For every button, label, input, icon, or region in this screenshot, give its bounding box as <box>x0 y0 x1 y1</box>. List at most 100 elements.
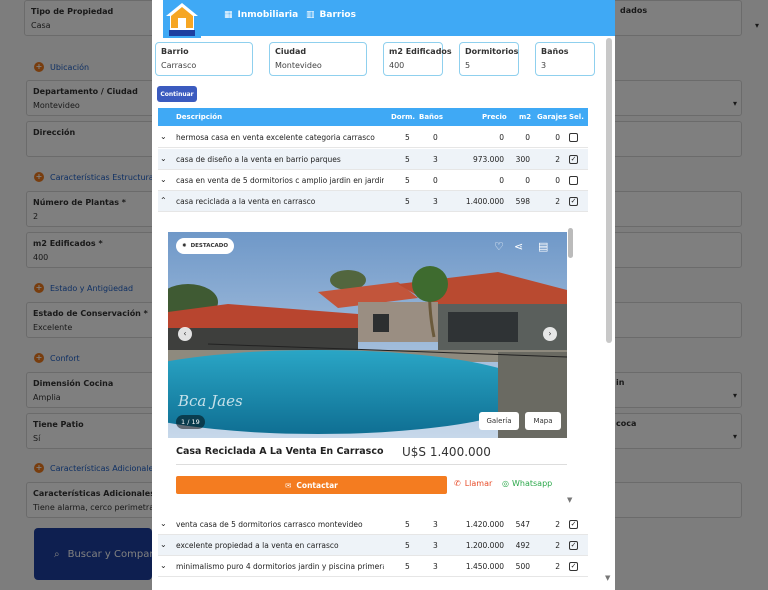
chevron-down-icon[interactable]: ⌄ <box>160 132 167 141</box>
chevron-down-icon[interactable]: ⌄ <box>160 175 167 184</box>
row-desc: venta casa de 5 dormitorios carrasco mon… <box>176 520 363 529</box>
row-dorms: 5 <box>405 541 410 550</box>
row-m2: 500 <box>515 562 530 571</box>
row-banos: 3 <box>433 197 438 206</box>
table-row[interactable]: ⌄ venta casa de 5 dormitorios carrasco m… <box>158 514 588 535</box>
select-checkbox[interactable]: ✓ <box>569 541 578 550</box>
row-m2: 0 <box>525 176 530 185</box>
table-row[interactable]: ⌄ excelente propiedad a la venta en carr… <box>158 535 588 556</box>
row-banos: 3 <box>433 520 438 529</box>
table-row-expanded[interactable]: ⌃ casa reciclada a la venta en carrasco … <box>158 191 588 212</box>
whatsapp-link[interactable]: ◎ Whatsapp <box>502 479 552 488</box>
col-dorm: Dorm. <box>391 113 416 121</box>
select-checkbox[interactable]: ✓ <box>569 155 578 164</box>
property-detail: ✸ DESTACADO ♡ ⋖ ▤ ‹ › Bca Jaes 1 / 19 Ga… <box>168 224 578 508</box>
row-dorms: 5 <box>405 133 410 142</box>
scroll-down-icon[interactable]: ▼ <box>605 574 610 582</box>
compare-icon[interactable]: ▤ <box>538 240 548 253</box>
chevron-down-icon[interactable]: ⌄ <box>160 154 167 163</box>
next-photo-icon[interactable]: › <box>543 327 557 341</box>
link-label: Whatsapp <box>511 479 553 488</box>
phone-icon: ✆ <box>454 479 461 488</box>
row-precio: 1.450.000 <box>465 562 504 571</box>
stat-value: 3 <box>541 61 547 70</box>
stat-m2: m2 Edificados 400 <box>383 42 452 76</box>
chevron-down-icon[interactable]: ⌄ <box>160 519 167 528</box>
heart-icon[interactable]: ♡ <box>494 240 504 253</box>
table-row[interactable]: ⌄ hermosa casa en venta excelente catego… <box>158 127 588 148</box>
stat-label: Ciudad <box>275 47 307 56</box>
row-m2: 0 <box>525 133 530 142</box>
photo-watermark: Bca Jaes <box>178 392 243 410</box>
row-desc: excelente propiedad a la venta en carras… <box>176 541 339 550</box>
select-checkbox[interactable]: ✓ <box>569 197 578 206</box>
select-checkbox[interactable]: ✓ <box>569 520 578 529</box>
nav-barrios[interactable]: ▥ Barrios <box>306 10 356 20</box>
row-precio: 0 <box>499 176 504 185</box>
row-banos: 3 <box>433 562 438 571</box>
chevron-down-icon[interactable]: ⌄ <box>160 540 167 549</box>
stat-value: Montevideo <box>275 61 322 70</box>
badge-label: DESTACADO <box>190 243 229 249</box>
detail-scrollbar[interactable]: ▼ <box>567 224 575 508</box>
row-banos: 3 <box>433 541 438 550</box>
select-checkbox[interactable] <box>569 176 578 185</box>
star-icon: ✸ <box>182 243 187 249</box>
row-m2: 598 <box>515 197 530 206</box>
row-garajes: 2 <box>555 541 560 550</box>
continue-button[interactable]: Continuar <box>157 86 197 102</box>
row-garajes: 0 <box>555 133 560 142</box>
table-row[interactable]: ⌄ casa de diseño a la venta en barrio pa… <box>158 149 588 170</box>
stat-value: 5 <box>465 61 471 70</box>
select-checkbox[interactable] <box>569 133 578 142</box>
row-garajes: 2 <box>555 197 560 206</box>
row-desc: casa en venta de 5 dormitorios c amplio … <box>176 176 384 185</box>
featured-badge: ✸ DESTACADO <box>176 238 235 254</box>
photo-counter: 1 / 19 <box>176 415 205 429</box>
nav-label: Inmobiliaria <box>237 10 299 20</box>
modal-scrollbar[interactable]: ▼ <box>604 38 614 590</box>
col-banos: Baños <box>419 113 444 121</box>
chevron-up-icon[interactable]: ⌃ <box>160 196 167 205</box>
col-garajes: Garajes <box>537 113 567 121</box>
row-banos: 3 <box>433 155 438 164</box>
nav-inmobiliaria[interactable]: ▦ Inmobiliaria <box>224 10 298 20</box>
table-row[interactable]: ⌄ casa en venta de 5 dormitorios c ampli… <box>158 170 588 191</box>
col-descripcion: Descripción <box>176 113 223 121</box>
whatsapp-icon: ◎ <box>502 479 509 488</box>
row-desc: minimalismo puro 4 dormitorios jardin y … <box>176 562 384 571</box>
row-desc: hermosa casa en venta excelente categori… <box>176 133 375 142</box>
table-row[interactable]: ⌄ minimalismo puro 4 dormitorios jardin … <box>158 556 588 577</box>
scroll-down-icon[interactable]: ▼ <box>567 496 572 504</box>
divider <box>176 464 567 465</box>
col-m2: m2 <box>519 113 532 121</box>
scrollbar-thumb[interactable] <box>606 38 612 343</box>
row-desc: casa reciclada a la venta en carrasco <box>176 197 316 206</box>
share-icon[interactable]: ⋖ <box>514 240 523 253</box>
prev-photo-icon[interactable]: ‹ <box>178 327 192 341</box>
chevron-down-icon[interactable]: ⌄ <box>160 561 167 570</box>
property-photo[interactable]: ✸ DESTACADO ♡ ⋖ ▤ ‹ › Bca Jaes 1 / 19 Ga… <box>168 232 567 438</box>
stat-label: m2 Edificados <box>389 47 452 56</box>
stat-label: Dormitorios <box>465 47 519 56</box>
row-garajes: 2 <box>555 520 560 529</box>
nav-label: Barrios <box>319 10 356 20</box>
row-m2: 492 <box>515 541 530 550</box>
stat-label: Baños <box>541 47 569 56</box>
row-m2: 300 <box>515 155 530 164</box>
call-link[interactable]: ✆ Llamar <box>454 479 492 488</box>
stat-banos: Baños 3 <box>535 42 595 76</box>
gallery-button[interactable]: Galería <box>479 412 519 430</box>
map-button[interactable]: Mapa <box>525 412 561 430</box>
row-garajes: 2 <box>555 155 560 164</box>
property-title: Casa Reciclada A La Venta En Carrasco <box>176 446 384 457</box>
scrollbar-thumb[interactable] <box>568 228 573 258</box>
contact-button[interactable]: ✉ Contactar <box>176 476 447 494</box>
stat-ciudad: Ciudad Montevideo <box>269 42 367 76</box>
row-banos: 0 <box>433 133 438 142</box>
row-dorms: 5 <box>405 197 410 206</box>
row-precio: 973.000 <box>472 155 504 164</box>
row-garajes: 0 <box>555 176 560 185</box>
select-checkbox[interactable]: ✓ <box>569 562 578 571</box>
row-banos: 0 <box>433 176 438 185</box>
